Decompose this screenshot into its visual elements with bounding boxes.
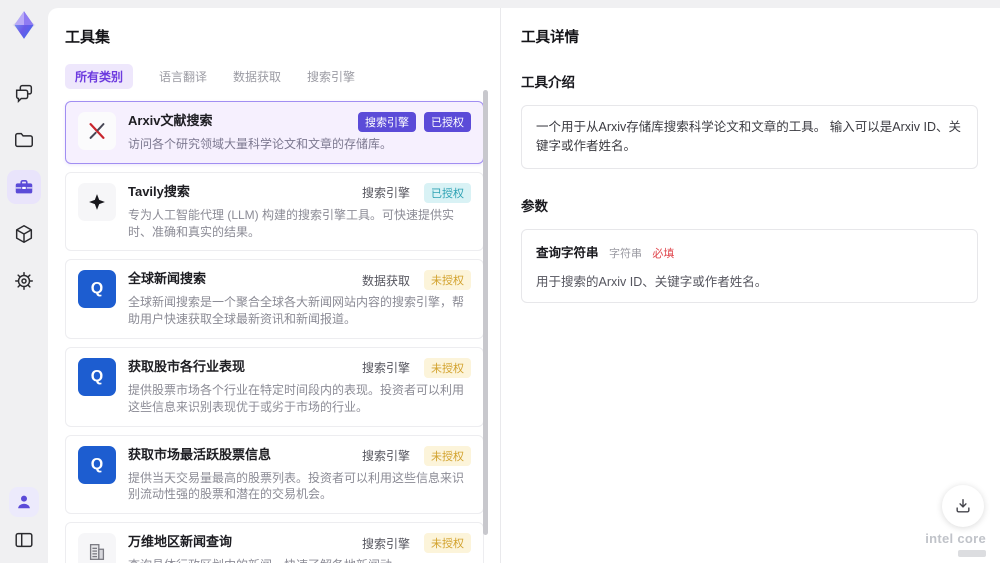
tavily-star-icon [78,182,116,221]
chat-icon [13,82,35,104]
gear-icon [13,270,35,292]
list-scrollbar[interactable] [483,90,488,535]
sidebar-item-files[interactable] [7,123,41,157]
tool-description: 全球新闻搜索是一个聚合全球各大新闻网站内容的搜索引擎，帮助用户快速获取全球最新资… [128,295,465,327]
category-label: 搜索引擎 [361,361,410,376]
tool-description: 访问各个研究领域大量科学论文和文章的存储库。 [128,137,393,151]
tab-search-engine[interactable]: 搜索引擎 [307,68,355,85]
tool-card-arxiv[interactable]: Arxiv文献搜索 搜索引擎 已授权 访问各个研究领域大量科学论文和文章的存储库… [65,101,484,164]
auth-status-badge: 未授权 [424,357,471,378]
tool-list: Arxiv文献搜索 搜索引擎 已授权 访问各个研究领域大量科学论文和文章的存储库… [65,101,484,563]
folder-icon [13,129,35,151]
sidebar-item-account[interactable] [9,487,39,517]
param-required-flag: 必填 [652,247,675,260]
tool-name: 获取市场最活跃股票信息 [128,446,272,462]
auth-status-badge: 已授权 [424,182,471,203]
tool-name: 万维地区新闻查询 [128,534,233,550]
param-type: 字符串 [608,247,642,260]
category-label: 搜索引擎 [361,186,410,201]
auth-status-badge: 未授权 [424,445,471,466]
q-news-icon: Q [78,445,116,484]
sidebar-item-chat[interactable] [7,76,41,110]
sidebar-item-models[interactable] [7,217,41,251]
panel-toggle-icon [13,529,35,551]
tool-description: 提供股票市场各个行业在特定时间段内的表现。投资者可以利用这些信息来识别表现优于或… [128,382,465,414]
user-icon [14,492,34,512]
tool-name: Tavily搜索 [128,183,190,199]
parameter-card: 查询字符串 字符串 必填 用于搜索的Arxiv ID、关键字或作者姓名。 [521,228,978,303]
auth-status-badge: 未授权 [424,533,471,554]
tool-intro-text: 一个用于从Arxiv存储库搜索科学论文和文章的工具。 输入可以是Arxiv ID… [521,105,978,169]
tool-card-active-stocks[interactable]: Q 获取市场最活跃股票信息 搜索引擎 未授权 提供当天交易量最高的股票列表。投资… [65,434,484,515]
q-news-icon: Q [78,270,116,309]
tool-description: 提供当天交易量最高的股票列表。投资者可以利用这些信息来识别流动性强的股票和潜在的… [128,470,465,502]
category-label: 搜索引擎 [361,536,410,551]
category-label: 搜索引擎 [361,449,410,464]
app-logo-icon [7,8,41,42]
rail-bottom [7,487,41,557]
tool-description: 查询具体行政区划内的新闻，快速了解各地新闻动 [128,557,471,563]
tool-details-panel: 工具详情 工具介绍 一个用于从Arxiv存储库搜索科学论文和文章的工具。 输入可… [500,8,1000,563]
category-badge: 搜索引擎 [358,112,416,132]
tab-data-acquisition[interactable]: 数据获取 [233,68,281,85]
rail-nav [7,76,41,298]
core-badge [958,550,986,557]
cube-icon [13,223,35,245]
tool-list-panel: 工具集 所有类别 语言翻译 数据获取 搜索引擎 Arxiv文献搜索 搜索引擎 已… [48,8,500,563]
app-window: 工具集 所有类别 语言翻译 数据获取 搜索引擎 Arxiv文献搜索 搜索引擎 已… [0,0,1000,563]
details-title: 工具详情 [521,30,579,46]
params-heading: 参数 [521,198,548,214]
param-description: 用于搜索的Arxiv ID、关键字或作者姓名。 [536,274,768,289]
intro-heading: 工具介绍 [521,75,575,90]
sidebar-item-collapse[interactable] [7,523,41,557]
sidebar-item-tools[interactable] [7,170,41,204]
left-nav-rail [0,0,48,563]
tool-description: 专为人工智能代理 (LLM) 构建的搜索引擎工具。可快速提供实时、准确和真实的结… [128,207,455,239]
tool-name: 获取股市各行业表现 [128,358,246,374]
tool-name: 全球新闻搜索 [128,271,207,287]
tool-card-global-news[interactable]: Q 全球新闻搜索 数据获取 未授权 全球新闻搜索是一个聚合全球各大新闻网站内容的… [65,259,484,339]
intel-core-logo: intel core [925,530,986,557]
q-news-icon: Q [78,357,116,396]
auth-status-badge: 未授权 [424,270,471,291]
download-icon [953,496,973,516]
tool-card-tavily[interactable]: Tavily搜索 搜索引擎 已授权 专为人工智能代理 (LLM) 构建的搜索引擎… [65,171,484,252]
category-tabs: 所有类别 语言翻译 数据获取 搜索引擎 [65,64,500,89]
tool-card-regional-news[interactable]: 万维地区新闻查询 搜索引擎 未授权 查询具体行政区划内的新闻，快速了解各地新闻动 [65,522,484,563]
category-label: 数据获取 [361,273,410,288]
param-name: 查询字符串 [536,245,599,260]
tab-language-translation[interactable]: 语言翻译 [159,68,207,85]
toolbox-icon [13,176,35,198]
page-title: 工具集 [65,29,111,46]
download-button[interactable] [942,485,984,527]
auth-status-badge: 已授权 [424,112,471,132]
tab-all-categories[interactable]: 所有类别 [65,64,134,89]
arxiv-icon [78,112,116,150]
tool-card-sector-performance[interactable]: Q 获取股市各行业表现 搜索引擎 未授权 提供股票市场各个行业在特定时间段内的表… [65,346,484,427]
sidebar-item-settings[interactable] [7,264,41,298]
main-content: 工具集 所有类别 语言翻译 数据获取 搜索引擎 Arxiv文献搜索 搜索引擎 已… [48,8,1000,563]
tool-name: Arxiv文献搜索 [128,113,213,128]
brand-text: intel core [925,531,986,546]
building-icon [78,533,116,563]
